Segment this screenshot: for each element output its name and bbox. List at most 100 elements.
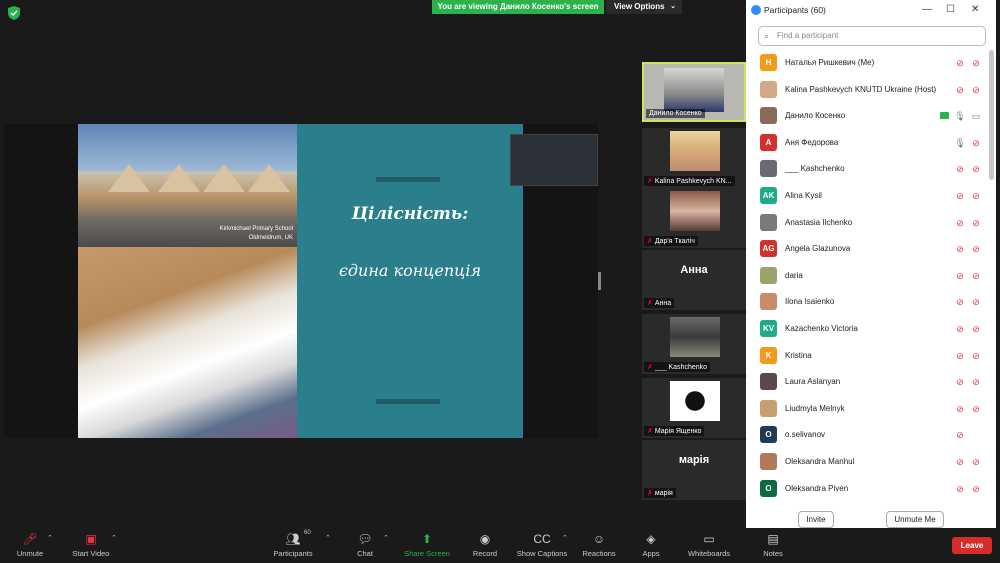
avatar: AG — [760, 240, 777, 258]
camera-off-icon: ⊘ — [972, 217, 980, 228]
chevron-up-icon[interactable]: ⌃ — [47, 534, 53, 542]
participant-row[interactable]: Данило Косенко 🎙︎ ▭ — [758, 103, 986, 129]
video-tile[interactable]: марія ✗ марія — [642, 440, 746, 500]
muted-mic-icon: ⊘ — [956, 324, 964, 334]
participants-icon: 👥︎ — [285, 532, 301, 546]
view-options-button[interactable]: View Options ⌄ — [606, 0, 682, 14]
participant-name: Liudmyla Melnyk — [785, 403, 845, 413]
maximize-icon[interactable]: ☐ — [946, 0, 955, 20]
notes-icon: ▤ — [767, 532, 779, 546]
video-tile[interactable]: Анна ✗ Анна — [642, 250, 746, 310]
muted-mic-icon: ⊘ — [956, 84, 964, 95]
participant-name: Anastasia Ilchenko — [785, 217, 853, 227]
screen-share-icon — [940, 112, 949, 120]
participant-name: Laura Aslanyan — [785, 377, 841, 387]
scrollbar[interactable] — [989, 50, 994, 180]
caption-line-1: Kirkmichael Primary School — [219, 226, 293, 232]
muted-mic-icon: ⊘ — [956, 244, 964, 255]
participant-row[interactable]: Н Наталья Ришкевич (Me) ⊘ ⊘ — [758, 50, 986, 76]
participant-name: daria — [785, 270, 803, 280]
participant-row[interactable]: Oleksandra Manhul ⊘ ⊘ — [758, 449, 986, 475]
camera-off-icon: ⊘ — [972, 137, 980, 148]
participant-name: Данило Косенко — [785, 111, 846, 121]
participant-name: Аня Федорова — [785, 137, 839, 147]
tile-name: ✗ Марія Ященко — [644, 426, 705, 436]
avatar — [760, 213, 777, 231]
avatar — [760, 453, 777, 470]
participant-row[interactable]: А Аня Федорова 🎙︎ ⊘ — [758, 130, 986, 156]
participant-row[interactable]: Ilona Isaienko ⊘ ⊘ — [758, 289, 986, 315]
tile-name: ✗ Дар'я Ткаліч — [644, 236, 698, 246]
chevron-up-icon[interactable]: ⌃ — [383, 534, 389, 542]
muted-mic-icon: ⊘ — [956, 164, 964, 175]
video-tile[interactable]: ✗ Марія Ященко — [642, 378, 746, 438]
avatar — [760, 373, 777, 391]
tile-name: Данило Косенко — [646, 109, 705, 118]
participant-row[interactable]: AG Angela Glazunova ⊘ ⊘ — [758, 236, 986, 262]
tile-name: ✗ Анна — [644, 298, 675, 308]
avatar — [760, 293, 777, 311]
muted-mic-icon: ⊘ — [956, 191, 964, 201]
tile-name: ✗ марія — [644, 488, 676, 498]
whiteboards-button[interactable]: ▭ Whiteboards — [674, 528, 744, 563]
floating-video-thumbnail[interactable] — [510, 134, 598, 186]
muted-mic-icon: ⊘ — [956, 430, 964, 441]
whiteboards-label: Whiteboards — [687, 549, 731, 558]
camera-off-icon: ⊘ — [972, 58, 980, 68]
participant-row[interactable]: O Oleksandra Piven ⊘ ⊘ — [758, 476, 986, 502]
chat-button[interactable]: 💬︎ Chat — [330, 528, 400, 563]
notes-button[interactable]: ▤ Notes — [738, 528, 808, 563]
minimize-icon[interactable]: — — [922, 0, 932, 20]
participant-row[interactable]: Oo.selivanov ⊘ — [758, 422, 986, 448]
leave-button[interactable]: Leave — [952, 537, 992, 554]
tile-name: ✗ Kalina Pashkevych KN... — [644, 176, 735, 186]
participant-row[interactable]: Anastasia Ilchenko ⊘ ⊘ — [758, 210, 986, 236]
video-feed — [664, 68, 724, 112]
tile-name-text: Анна — [654, 300, 672, 307]
participant-row[interactable]: ___ Kashchenko ⊘ ⊘ — [758, 156, 986, 182]
participant-row[interactable]: Kalina Pashkevych KNUTD Ukraine (Host) ⊘ ⊘ — [758, 77, 986, 103]
video-tile[interactable]: ✗ Дар'я Ткаліч — [642, 188, 746, 248]
slide-decor-bar — [376, 177, 440, 182]
unmute-me-button[interactable]: Unmute Me — [886, 511, 944, 528]
resize-handle[interactable] — [598, 272, 601, 290]
muted-mic-icon: ✗ — [647, 490, 653, 497]
caption-line-2: Oldmeldrum, UK — [248, 235, 293, 241]
find-participant-input[interactable]: ⌕ Find a participant — [758, 26, 986, 46]
participants-button[interactable]: 👥︎ 60 Participants — [258, 528, 328, 563]
roof-shape — [248, 164, 290, 192]
camera-off-icon: ⊘ — [972, 350, 980, 361]
participant-row[interactable]: Liudmyla Melnyk ⊘ ⊘ — [758, 396, 986, 422]
chat-icon: 💬︎ — [357, 532, 373, 546]
search-placeholder: Find a participant — [777, 31, 839, 40]
shield-icon[interactable] — [8, 6, 20, 20]
profile-picture — [670, 381, 720, 421]
start-video-label: Start Video — [72, 549, 110, 558]
slide-decor-bar — [376, 399, 440, 404]
invite-button[interactable]: Invite — [798, 511, 834, 528]
tile-name-text: Дар'я Ткаліч — [654, 238, 695, 245]
camera-off-icon: ⊘ — [972, 377, 980, 388]
zoom-logo-icon — [751, 5, 761, 15]
participants-panel: Participants (60) — ☐ ✕ ⌕ Find a partici… — [746, 0, 996, 536]
chevron-up-icon[interactable]: ⌃ — [111, 534, 117, 542]
tile-name-text: Марія Ященко — [654, 428, 702, 435]
close-icon[interactable]: ✕ — [971, 0, 979, 20]
participant-name: Kristina — [785, 350, 812, 360]
slide-title: Цілісність: — [351, 204, 469, 224]
participant-row[interactable]: Laura Aslanyan ⊘ ⊘ — [758, 369, 986, 395]
video-tile[interactable]: Данило Косенко — [642, 62, 746, 122]
avatar — [760, 266, 777, 284]
video-tile[interactable]: ✗ ___ Kashchenko — [642, 314, 746, 374]
profile-picture — [670, 191, 720, 231]
participant-row[interactable]: AK Alina Kysil ⊘ ⊘ — [758, 183, 986, 209]
participant-row[interactable]: K Kristina ⊘ ⊘ — [758, 343, 986, 369]
roof-shape — [203, 164, 245, 192]
muted-mic-icon: ✗ — [647, 364, 653, 371]
muted-mic-icon: ✗ — [647, 178, 653, 185]
video-tile[interactable]: ✗ Kalina Pashkevych KN... — [642, 128, 746, 188]
meeting-toolbar: 🎤︎ Unmute ⌃ ▣ Start Video ⌃ 👥︎ 60 Participan… — [0, 528, 1000, 563]
participant-row[interactable]: daria ⊘ ⊘ — [758, 263, 986, 289]
participant-row[interactable]: KV Kazachenko Victoria ⊘ ⊘ — [758, 316, 986, 342]
participant-name: Oleksandra Piven — [785, 483, 849, 493]
